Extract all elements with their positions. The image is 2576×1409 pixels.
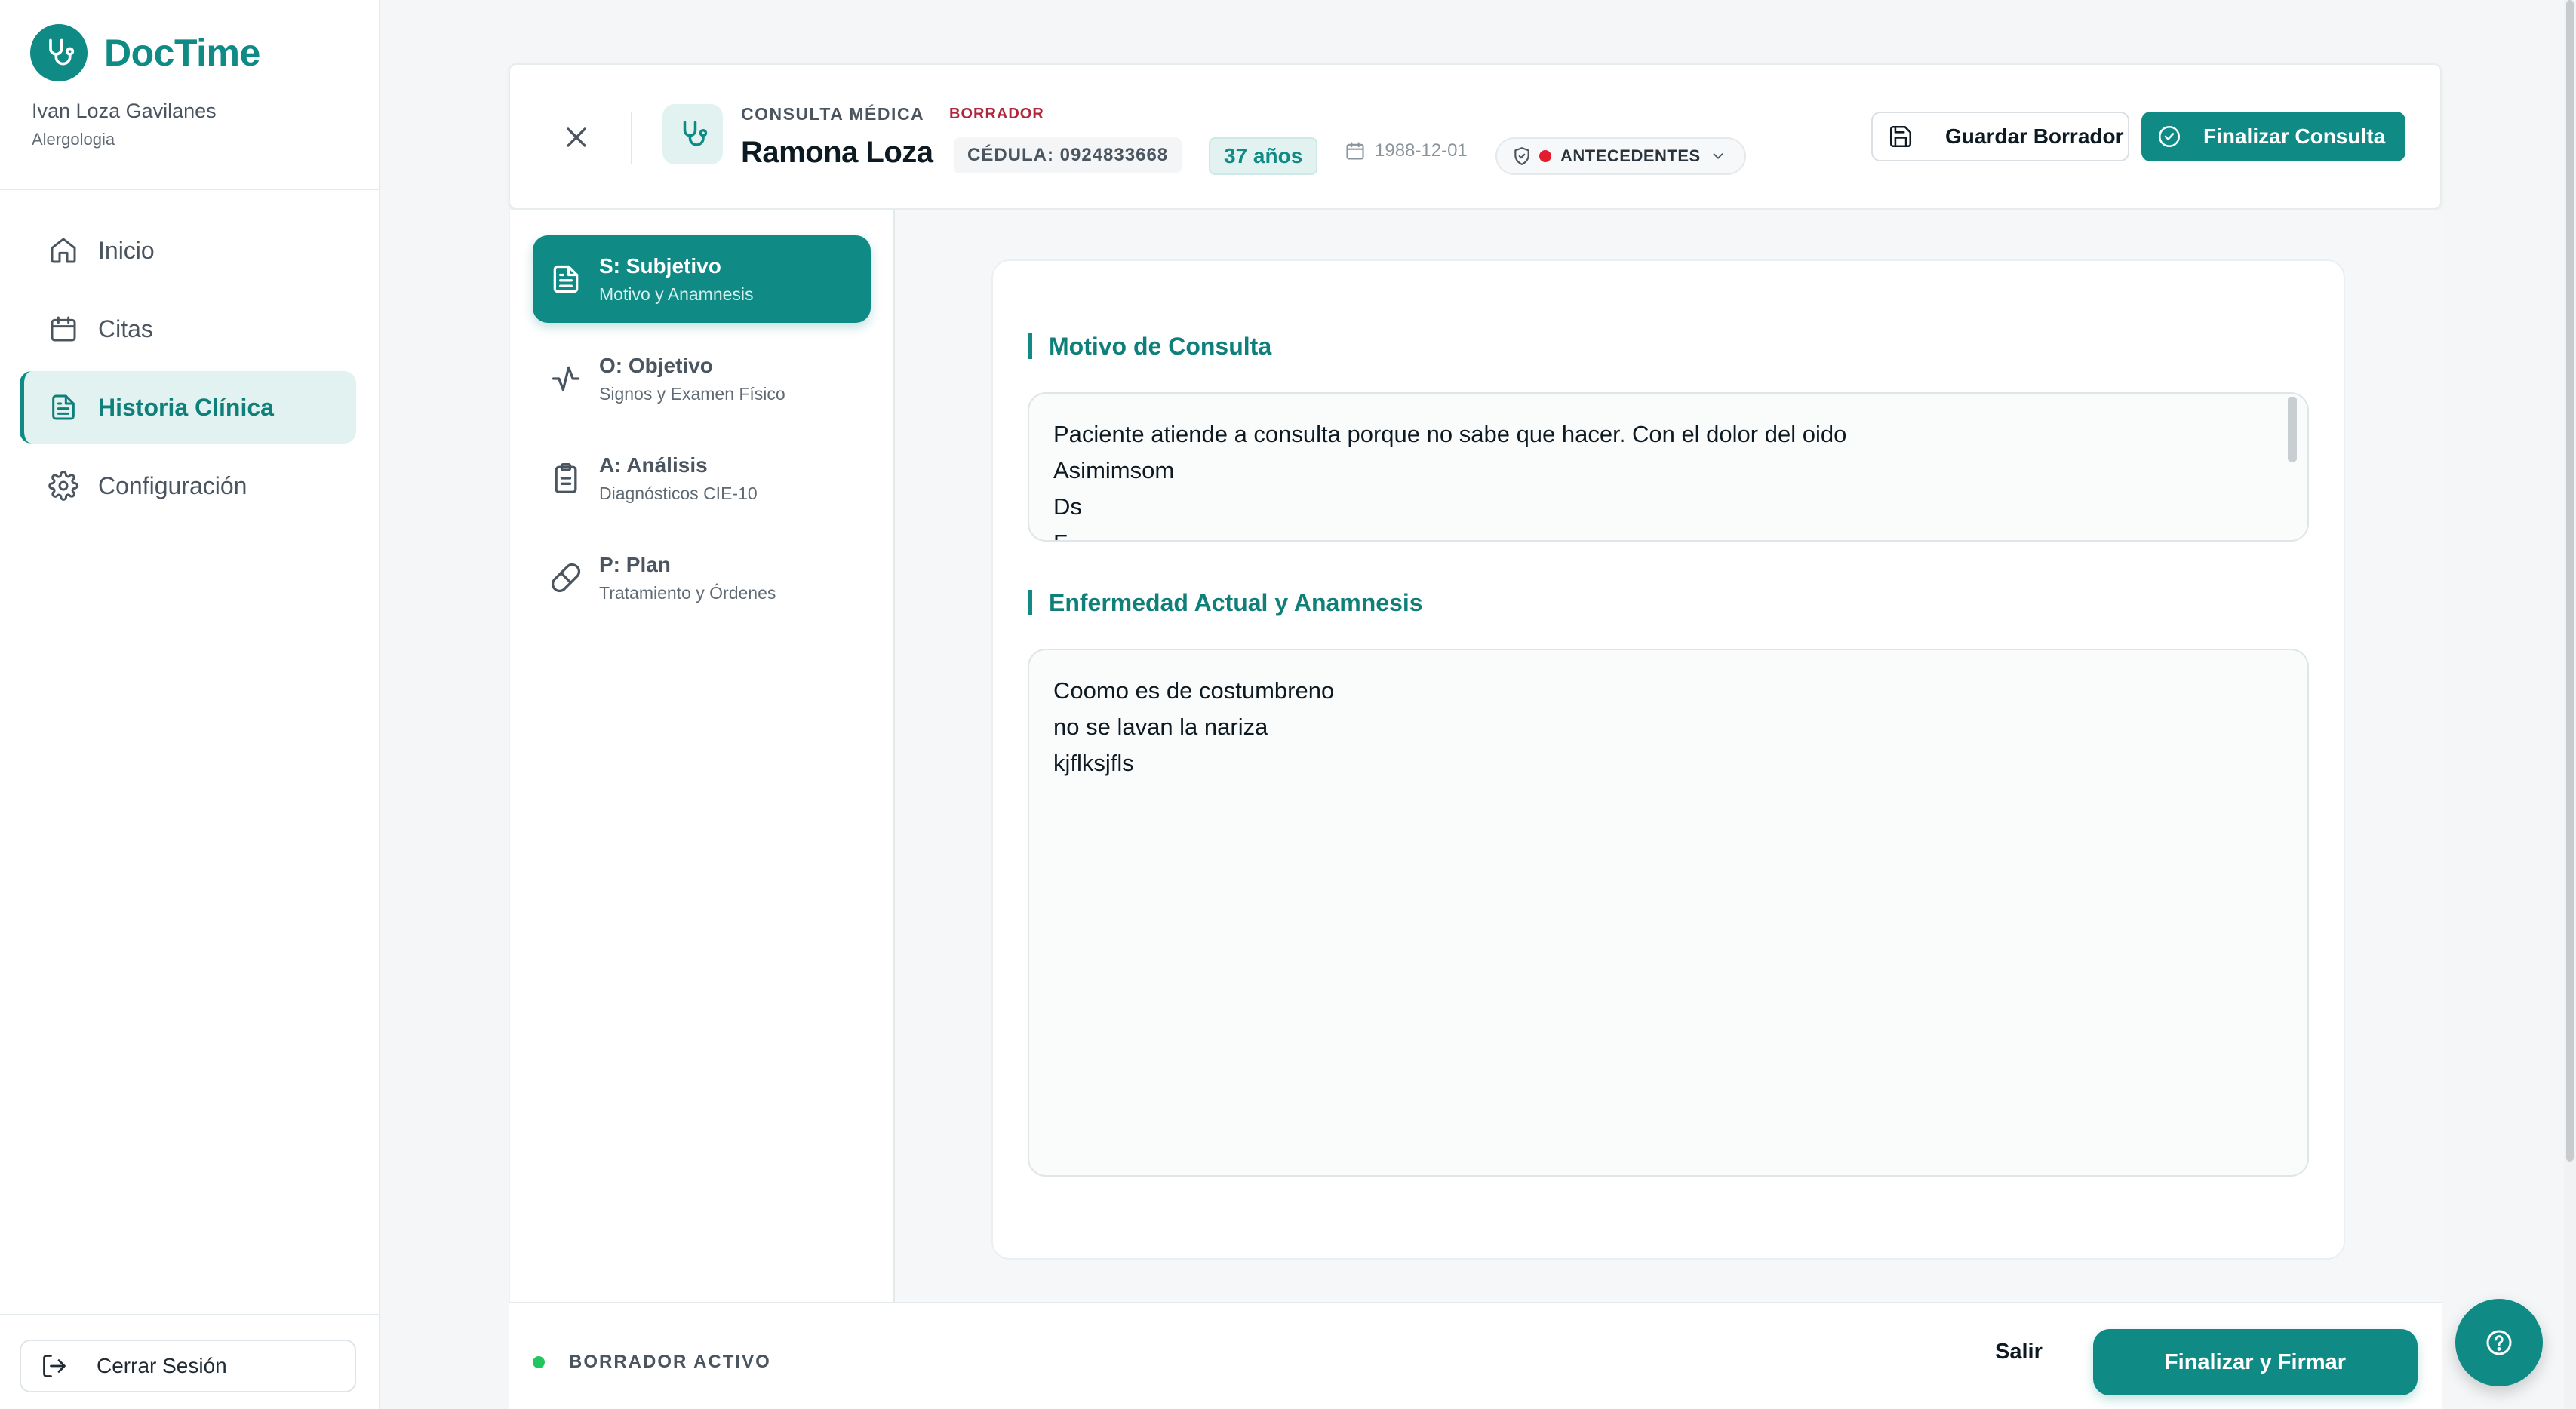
text-line: kjflksjfls <box>1053 750 1134 776</box>
consult-header: CONSULTA MÉDICA BORRADOR Ramona Loza CÉD… <box>509 63 2442 210</box>
tab-subjetivo[interactable]: S: Subjetivo Motivo y Anamnesis <box>533 235 871 323</box>
check-circle-icon <box>2156 124 2182 149</box>
user-name: Ivan Loza Gavilanes <box>32 100 217 122</box>
logout-button[interactable]: Cerrar Sesión <box>20 1340 356 1392</box>
age-badge: 37 años <box>1209 137 1318 175</box>
enfermedad-textarea[interactable]: Coomo es de costumbreno no se lavan la n… <box>1028 649 2309 1177</box>
text-line: F <box>1053 525 2262 540</box>
tab-title: A: Análisis <box>599 453 708 477</box>
dob: 1988-12-01 <box>1345 140 1468 161</box>
logout-icon <box>41 1352 68 1380</box>
gear-icon <box>48 471 78 501</box>
stethoscope-icon <box>662 104 723 164</box>
footer-bar: BORRADOR ACTIVO Salir Finalizar y Firmar <box>509 1302 2442 1409</box>
tab-subtitle: Diagnósticos CIE-10 <box>599 483 758 503</box>
sidebar-item-label: Inicio <box>98 236 155 264</box>
finish-consult-button[interactable]: Finalizar Consulta <box>2141 112 2405 161</box>
tab-title: S: Subjetivo <box>599 253 721 278</box>
consult-kicker: CONSULTA MÉDICA <box>741 104 925 124</box>
motivo-textarea[interactable]: Paciente atiende a consulta porque no sa… <box>1028 392 2309 542</box>
brand[interactable]: DocTime <box>30 24 260 81</box>
text-line: Asimimsom <box>1053 457 1175 483</box>
sidebar-item-label: Citas <box>98 315 153 342</box>
tab-title: P: Plan <box>599 552 671 576</box>
page-scrollbar-thumb[interactable] <box>2566 0 2574 1162</box>
logout-label: Cerrar Sesión <box>97 1354 227 1377</box>
subjetivo-form: Motivo de Consulta Paciente atiende a co… <box>991 259 2345 1260</box>
shield-icon <box>1512 146 1532 166</box>
calendar-icon <box>48 314 78 344</box>
activity-icon <box>549 362 583 395</box>
clipboard-icon <box>549 462 583 495</box>
sidebar-item-label: Configuración <box>98 471 247 499</box>
sidebar-item-inicio[interactable]: Inicio <box>20 214 356 287</box>
antecedentes-label: ANTECEDENTES <box>1560 146 1701 165</box>
alert-dot <box>1539 150 1551 162</box>
help-button[interactable] <box>2455 1299 2543 1386</box>
save-draft-button[interactable]: Guardar Borrador <box>1871 112 2129 161</box>
content-area: Motivo de Consulta Paciente atiende a co… <box>895 210 2442 1302</box>
text-line: Paciente atiende a consulta porque no sa… <box>1053 421 1847 447</box>
text-line: Ds <box>1053 493 1082 520</box>
status-badge: BORRADOR <box>949 106 1044 122</box>
patient-name: Ramona Loza <box>741 136 933 169</box>
motivo-title: Motivo de Consulta <box>1028 333 1271 359</box>
status-dot <box>533 1356 545 1368</box>
draft-status-label: BORRADOR ACTIVO <box>569 1352 771 1372</box>
close-icon[interactable] <box>560 121 593 154</box>
document-icon <box>48 392 78 422</box>
finish-consult-label: Finalizar Consulta <box>2203 124 2386 148</box>
save-icon <box>1888 124 1914 149</box>
tab-subtitle: Tratamiento y Órdenes <box>599 582 776 603</box>
pill-icon <box>549 561 583 594</box>
tab-title: O: Objetivo <box>599 353 713 377</box>
sidebar: DocTime Ivan Loza Gavilanes Alergologia … <box>0 0 380 1409</box>
document-icon <box>549 262 583 296</box>
sidebar-item-label: Historia Clínica <box>98 393 274 421</box>
sidebar-item-historia-clinica[interactable]: Historia Clínica <box>20 371 356 444</box>
tab-plan[interactable]: P: Plan Tratamiento y Órdenes <box>533 534 871 622</box>
save-draft-label: Guardar Borrador <box>1945 124 2124 148</box>
home-icon <box>48 235 78 266</box>
header-separator <box>631 112 632 164</box>
stethoscope-icon <box>30 24 88 81</box>
exit-button[interactable]: Salir <box>1995 1340 2043 1364</box>
sidebar-divider-bottom <box>0 1314 380 1315</box>
sidebar-divider <box>0 189 380 190</box>
sidebar-item-configuracion[interactable]: Configuración <box>20 450 356 522</box>
app-name: DocTime <box>104 32 260 74</box>
main-nav: Inicio Citas Historia Clínica Configurac… <box>20 214 356 528</box>
sidebar-item-citas[interactable]: Citas <box>20 293 356 365</box>
cedula-badge: CÉDULA: 0924833668 <box>954 137 1182 173</box>
tab-objetivo[interactable]: O: Objetivo Signos y Examen Físico <box>533 335 871 422</box>
user-role: Alergologia <box>32 130 115 149</box>
help-icon <box>2484 1328 2514 1358</box>
finish-sign-button[interactable]: Finalizar y Firmar <box>2093 1329 2418 1395</box>
tab-subtitle: Motivo y Anamnesis <box>599 284 754 304</box>
text-line: no se lavan la nariza <box>1053 714 1268 740</box>
tab-subtitle: Signos y Examen Físico <box>599 383 785 404</box>
calendar-icon <box>1345 140 1366 161</box>
antecedentes-dropdown[interactable]: ANTECEDENTES <box>1495 137 1746 175</box>
textarea-scrollbar[interactable] <box>2288 397 2297 462</box>
text-line: Coomo es de costumbreno <box>1053 677 1335 704</box>
soap-nav: S: Subjetivo Motivo y Anamnesis O: Objet… <box>509 210 895 1302</box>
chevron-down-icon <box>1710 148 1726 164</box>
enfermedad-title: Enfermedad Actual y Anamnesis <box>1028 590 1423 615</box>
tab-analisis[interactable]: A: Análisis Diagnósticos CIE-10 <box>533 434 871 522</box>
dob-value: 1988-12-01 <box>1375 140 1468 161</box>
